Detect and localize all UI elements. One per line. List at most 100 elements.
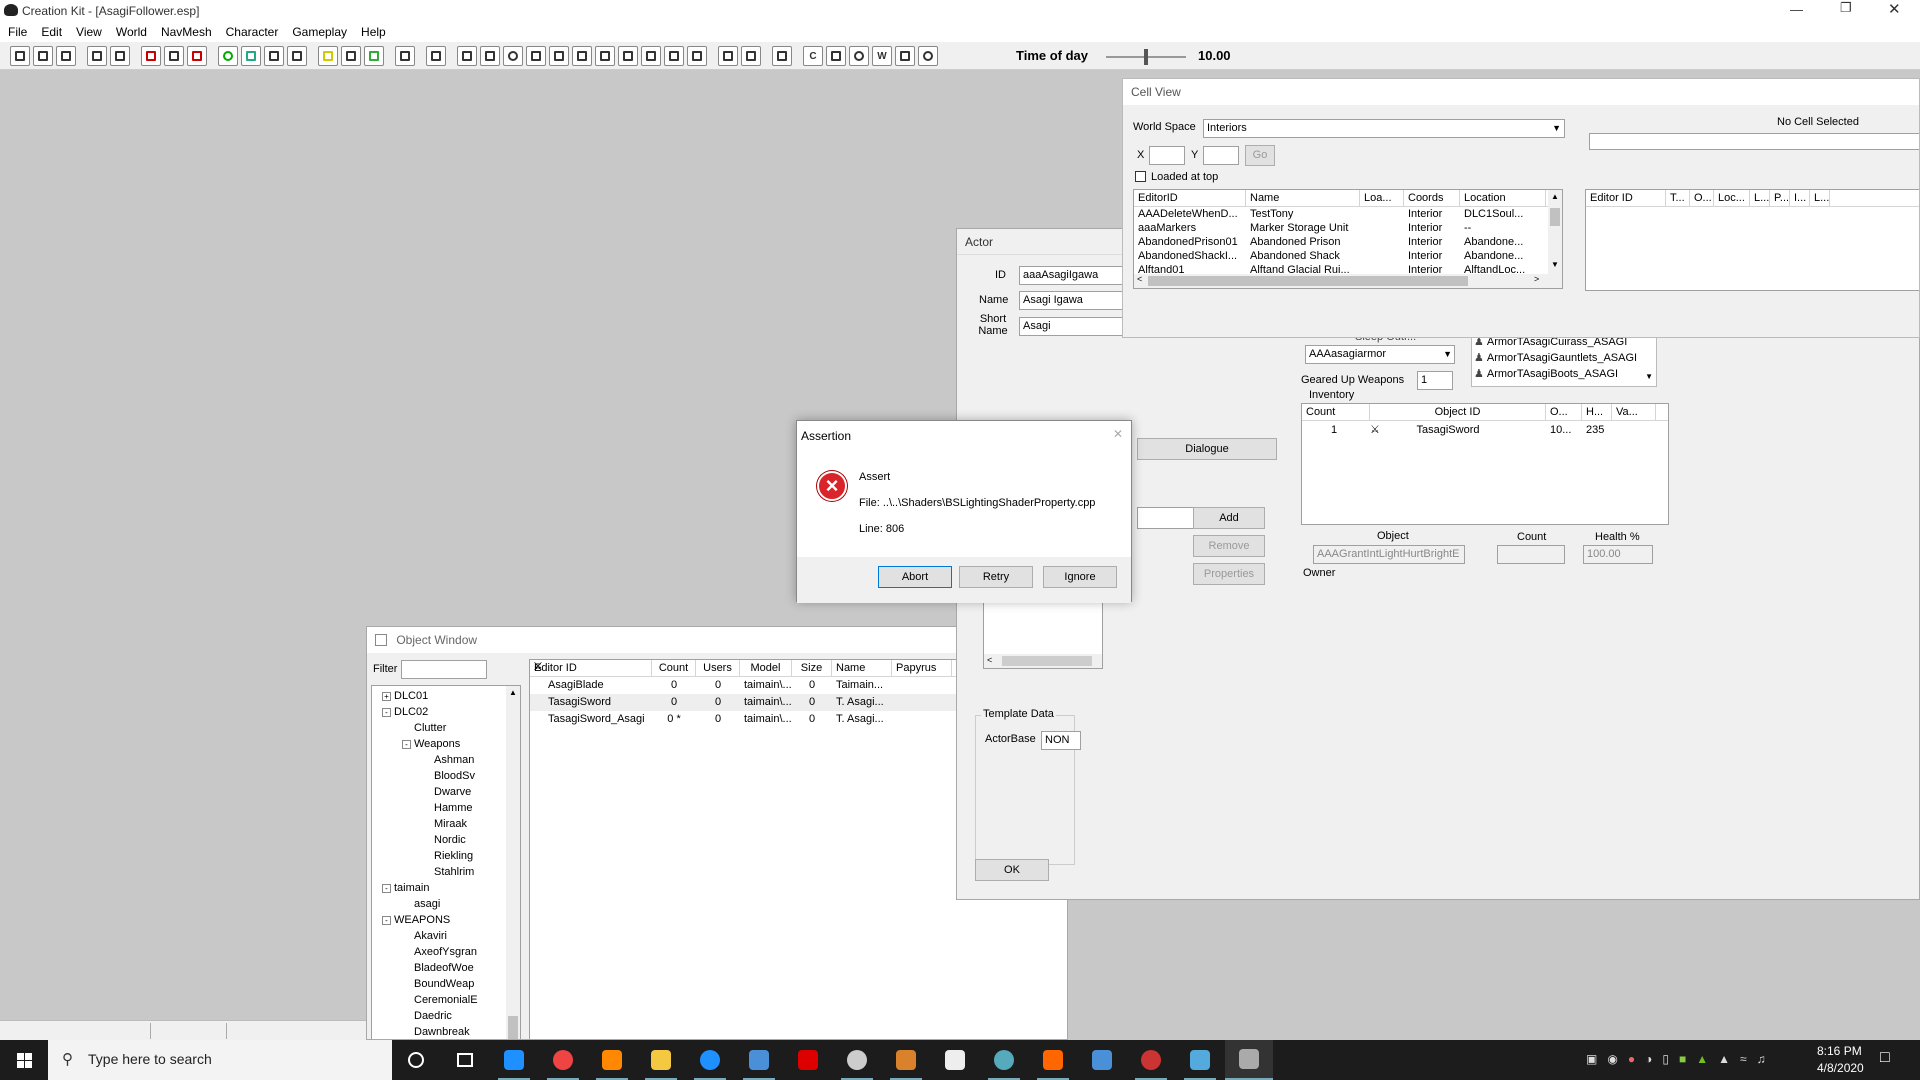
firefox-icon[interactable] [588, 1040, 636, 1080]
tray-green-icon[interactable]: ■ [1679, 1052, 1686, 1066]
terrain-icon[interactable] [164, 46, 184, 66]
start-button[interactable] [0, 1040, 48, 1080]
render-red-2-icon[interactable] [187, 46, 207, 66]
cortana-circle-icon[interactable] [441, 1040, 489, 1080]
minimize-button[interactable]: — [1790, 2, 1803, 17]
column-header[interactable]: Va... [1612, 404, 1656, 420]
scroll-right-icon[interactable]: > [1534, 274, 1539, 284]
column-header[interactable]: Editor ID [530, 660, 652, 676]
outfit-select[interactable]: AAAasagiarmor ▼ [1305, 345, 1455, 364]
object-select[interactable]: AAAGrantIntLightHurtBrightE [1313, 545, 1465, 564]
column-header[interactable]: Model [740, 660, 792, 676]
box6-icon[interactable] [572, 46, 592, 66]
column-header[interactable]: I... [1790, 190, 1810, 206]
circle3-icon[interactable] [918, 46, 938, 66]
scroll-thumb[interactable] [508, 1016, 518, 1039]
column-header[interactable]: Loa... [1360, 190, 1404, 206]
collapse-icon[interactable]: - [382, 916, 391, 925]
scroll-thumb[interactable] [1550, 208, 1560, 226]
notification-icon[interactable]: □ [1880, 1049, 1890, 1067]
tree-item[interactable]: Daedric [402, 1008, 452, 1024]
geared-up-input[interactable]: 1 [1417, 371, 1453, 390]
column-header[interactable]: Name [832, 660, 892, 676]
list-item[interactable]: ♟ ArmorTAsagiGauntlets_ASAGI [1472, 350, 1656, 366]
column-header[interactable]: Location [1460, 190, 1546, 206]
tray-orange-icon[interactable]: ● [1628, 1052, 1635, 1066]
column-header[interactable]: O... [1546, 404, 1582, 420]
x-input[interactable] [1149, 146, 1185, 165]
tree-item[interactable]: Riekling [422, 848, 473, 864]
tree-scrollbar[interactable]: ▲ [506, 686, 520, 1039]
scroll-left-icon[interactable]: < [987, 655, 992, 665]
retry-button[interactable]: Retry [959, 566, 1033, 588]
save-as-icon[interactable] [56, 46, 76, 66]
taskbar-search-box[interactable]: ⚲ Type here to search [48, 1040, 392, 1080]
ok-button[interactable]: OK [975, 859, 1049, 881]
tree-item[interactable]: BoundWeap [402, 976, 474, 992]
tree-item[interactable]: AxeofYsgran [402, 944, 477, 960]
count-input[interactable] [1497, 545, 1565, 564]
tree-item[interactable]: - DLC02 [382, 704, 428, 720]
file-explorer-icon[interactable] [637, 1040, 685, 1080]
list-item[interactable]: ♟ ArmorTAsagiBoots_ASAGI [1472, 366, 1656, 382]
horizontal-scrollbar[interactable]: < [984, 654, 1102, 668]
scroll-thumb[interactable] [1002, 656, 1092, 666]
expand-icon[interactable]: + [382, 692, 391, 701]
app-d-icon[interactable] [1029, 1040, 1077, 1080]
column-header[interactable]: T... [1666, 190, 1690, 206]
marker-icon[interactable] [426, 46, 446, 66]
tree-item[interactable]: Akaviri [402, 928, 447, 944]
tray-app-icon[interactable]: ▣ [1586, 1052, 1597, 1066]
pin-icon[interactable] [718, 46, 738, 66]
restore-button[interactable]: ❐ [1840, 0, 1852, 16]
skyrim-icon[interactable] [931, 1040, 979, 1080]
wifi-icon[interactable]: ≈ [1740, 1052, 1747, 1066]
C-icon[interactable]: C [803, 46, 823, 66]
menu-help[interactable]: Help [361, 22, 386, 42]
outfit-armor-list[interactable]: ♟ ArmorTAsagiCuirass_ASAGI ♟ ArmorTAsagiGau… [1471, 331, 1657, 387]
column-header[interactable]: H... [1582, 404, 1612, 420]
scroll-down-icon[interactable]: ▼ [1645, 372, 1653, 381]
box8-icon[interactable] [618, 46, 638, 66]
properties-button[interactable]: Properties [1193, 563, 1265, 585]
graph-icon[interactable] [264, 46, 284, 66]
tree-item[interactable]: Dawnbreak [402, 1024, 470, 1039]
undo-icon[interactable] [87, 46, 107, 66]
tree-item[interactable]: BladeofWoe [402, 960, 474, 976]
creation-kit-icon[interactable] [1225, 1040, 1273, 1080]
W-icon[interactable]: W [872, 46, 892, 66]
redo-icon[interactable] [110, 46, 130, 66]
go-button[interactable]: Go [1245, 145, 1275, 166]
cell-list[interactable]: EditorID Name Loa... Coords Location AAADele… [1133, 189, 1563, 289]
box13-icon[interactable] [895, 46, 915, 66]
actorbase-select[interactable]: NON [1041, 731, 1081, 750]
y-input[interactable] [1203, 146, 1239, 165]
scroll-up-icon[interactable]: ▲ [1551, 192, 1559, 201]
box4-icon[interactable] [526, 46, 546, 66]
time-of-day-slider[interactable] [1106, 49, 1186, 65]
world-space-select[interactable]: Interiors ▼ [1203, 119, 1565, 138]
left-list-box[interactable]: < [983, 593, 1103, 669]
inventory-row[interactable]: 1 ⚔ TasagiSword 10... 235 [1302, 423, 1668, 437]
save-icon[interactable] [33, 46, 53, 66]
column-header[interactable]: O... [1690, 190, 1714, 206]
cell-list-vscroll[interactable]: ▲ ▼ [1548, 190, 1562, 276]
box1-icon[interactable] [457, 46, 477, 66]
column-header[interactable]: Users [696, 660, 740, 676]
lamp-icon[interactable] [741, 46, 761, 66]
xbox-icon[interactable]: ◉ [1607, 1052, 1617, 1066]
menu-file[interactable]: File [8, 22, 27, 42]
close-button[interactable]: ✕ [1888, 0, 1901, 18]
menu-character[interactable]: Character [226, 22, 279, 42]
cam-icon[interactable] [772, 46, 792, 66]
chevron-down-icon[interactable]: ▼ [1443, 346, 1452, 363]
table-row[interactable]: AAADeleteWhenD... TestTony Interior DLC1Sou… [1134, 207, 1562, 221]
column-header[interactable]: Papyrus [892, 660, 952, 676]
sphere-icon[interactable] [218, 46, 238, 66]
remove-button[interactable]: Remove [1193, 535, 1265, 557]
landscape-icon[interactable] [241, 46, 261, 66]
column-header[interactable]: Count [1302, 404, 1370, 420]
box11-icon[interactable] [687, 46, 707, 66]
app-f-icon[interactable] [1176, 1040, 1224, 1080]
menu-gameplay[interactable]: Gameplay [292, 22, 347, 42]
